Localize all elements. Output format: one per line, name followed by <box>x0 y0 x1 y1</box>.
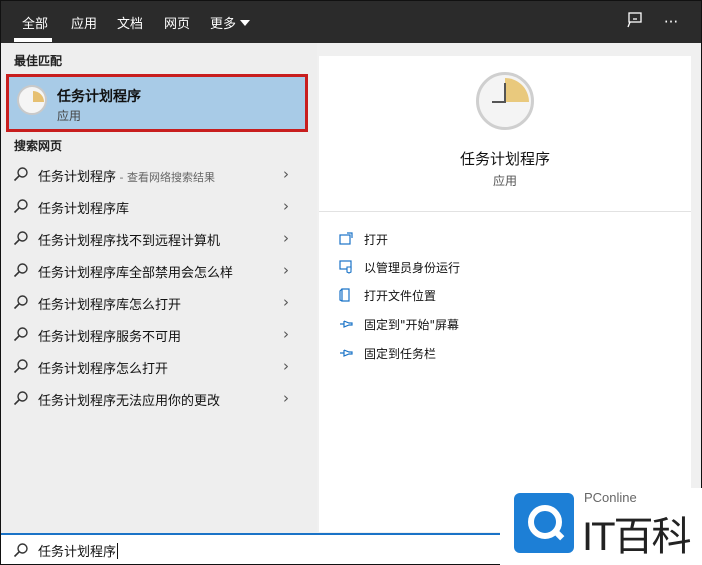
search-icon <box>13 391 28 406</box>
detail-pane: 任务计划程序 应用 打开 以管理员身份运行 打开文件位置 固定到"开始"屏幕 固… <box>319 56 691 532</box>
search-query: 任务计划程序 <box>38 545 117 560</box>
search-icon <box>13 295 28 310</box>
tab-web[interactable]: 网页 <box>164 13 190 32</box>
tab-all[interactable]: 全部 <box>22 13 48 32</box>
task-scheduler-large-icon <box>476 72 534 130</box>
chevron-right-icon[interactable]: › <box>283 293 289 311</box>
action-label: 以管理员身份运行 <box>364 261 461 275</box>
file-location-icon <box>339 288 350 302</box>
search-input[interactable]: 任务计划程序 <box>38 541 119 560</box>
search-window: 全部 应用 文档 网页 更多 ··· 最佳匹配 任务计划程序 应用 搜索网页 任… <box>0 0 702 565</box>
web-result-row[interactable]: 任务计划程序库怎么打开 › <box>1 287 301 317</box>
web-result-text: 任务计划程序找不到远程计算机 <box>38 234 221 249</box>
search-icon <box>13 263 28 278</box>
scrollbar[interactable] <box>692 43 701 533</box>
detail-type: 应用 <box>492 174 517 188</box>
watermark-brand: PConline <box>584 490 637 505</box>
tab-more[interactable]: 更多 <box>210 13 251 32</box>
action-open[interactable]: 打开 <box>339 231 388 248</box>
chevron-right-icon[interactable]: › <box>283 261 289 279</box>
action-pin-to-taskbar[interactable]: 固定到任务栏 <box>339 345 436 362</box>
pin-icon <box>340 320 353 328</box>
web-search-label: 搜索网页 <box>14 139 63 153</box>
web-result-row[interactable]: 任务计划程序怎么打开 › <box>1 351 301 381</box>
watermark-title: IT百科 <box>582 515 692 559</box>
tab-documents[interactable]: 文档 <box>117 13 143 32</box>
active-tab-indicator <box>14 38 52 42</box>
pconline-watermark: PConline IT百科 <box>500 488 702 565</box>
best-match-type: 应用 <box>57 109 82 123</box>
tab-more-label: 更多 <box>210 17 237 32</box>
web-result-text: 任务计划程序服务不可用 <box>38 330 182 345</box>
detail-title: 任务计划程序 <box>459 150 550 168</box>
web-result-row[interactable]: 任务计划程序库全部禁用会怎么样 › <box>1 255 301 285</box>
web-result-row[interactable]: 任务计划程序服务不可用 › <box>1 319 301 349</box>
web-result-row[interactable]: 任务计划程序找不到远程计算机 › <box>1 223 301 253</box>
search-icon <box>13 199 28 214</box>
best-match-result[interactable]: 任务计划程序 应用 <box>6 74 308 132</box>
action-label: 打开文件位置 <box>364 289 437 303</box>
chevron-right-icon[interactable]: › <box>283 389 289 407</box>
web-result-row[interactable]: 任务计划程序 - 查看网络搜索结果 › <box>1 159 301 189</box>
search-icon <box>13 543 28 558</box>
search-icon <box>13 359 28 374</box>
web-result-text: 任务计划程序怎么打开 <box>38 362 169 377</box>
open-icon <box>339 232 353 245</box>
chevron-right-icon[interactable]: › <box>283 165 289 183</box>
search-scope-tabs: 全部 应用 文档 网页 更多 ··· <box>1 1 701 43</box>
text-cursor <box>117 543 119 559</box>
action-open-file-location[interactable]: 打开文件位置 <box>339 287 436 304</box>
caret-down-icon <box>240 20 251 26</box>
best-match-title: 任务计划程序 <box>57 89 141 105</box>
search-icon <box>13 327 28 342</box>
action-label: 固定到"开始"屏幕 <box>364 318 460 332</box>
chevron-right-icon[interactable]: › <box>283 325 289 343</box>
search-icon <box>13 231 28 246</box>
chevron-right-icon[interactable]: › <box>283 197 289 215</box>
pin-icon <box>340 349 353 357</box>
web-result-text: 任务计划程序库 <box>38 202 130 217</box>
action-run-as-admin[interactable]: 以管理员身份运行 <box>339 259 460 276</box>
web-result-row[interactable]: 任务计划程序库 › <box>1 191 301 221</box>
chevron-right-icon[interactable]: › <box>283 229 289 247</box>
search-icon <box>13 167 28 182</box>
action-label: 打开 <box>364 233 389 247</box>
web-result-text: 任务计划程序库全部禁用会怎么样 <box>38 266 234 281</box>
best-match-label: 最佳匹配 <box>14 54 63 68</box>
web-result-row[interactable]: 任务计划程序无法应用你的更改 › <box>1 383 301 413</box>
pconline-logo-icon <box>514 493 574 553</box>
chevron-right-icon[interactable]: › <box>283 357 289 375</box>
more-options-icon[interactable]: ··· <box>660 11 682 33</box>
web-result-text: 任务计划程序 - 查看网络搜索结果 <box>38 166 215 185</box>
action-pin-to-start[interactable]: 固定到"开始"屏幕 <box>339 316 459 333</box>
web-result-query: 任务计划程序 <box>38 170 117 185</box>
tab-apps[interactable]: 应用 <box>71 13 97 32</box>
feedback-icon[interactable] <box>624 11 646 33</box>
divider <box>319 211 691 212</box>
web-result-text: 任务计划程序无法应用你的更改 <box>38 394 221 409</box>
task-scheduler-icon <box>17 85 47 115</box>
web-result-note: - 查看网络搜索结果 <box>116 171 215 184</box>
run-as-admin-icon <box>339 260 352 274</box>
web-result-text: 任务计划程序库怎么打开 <box>38 298 182 313</box>
action-label: 固定到任务栏 <box>364 347 437 361</box>
